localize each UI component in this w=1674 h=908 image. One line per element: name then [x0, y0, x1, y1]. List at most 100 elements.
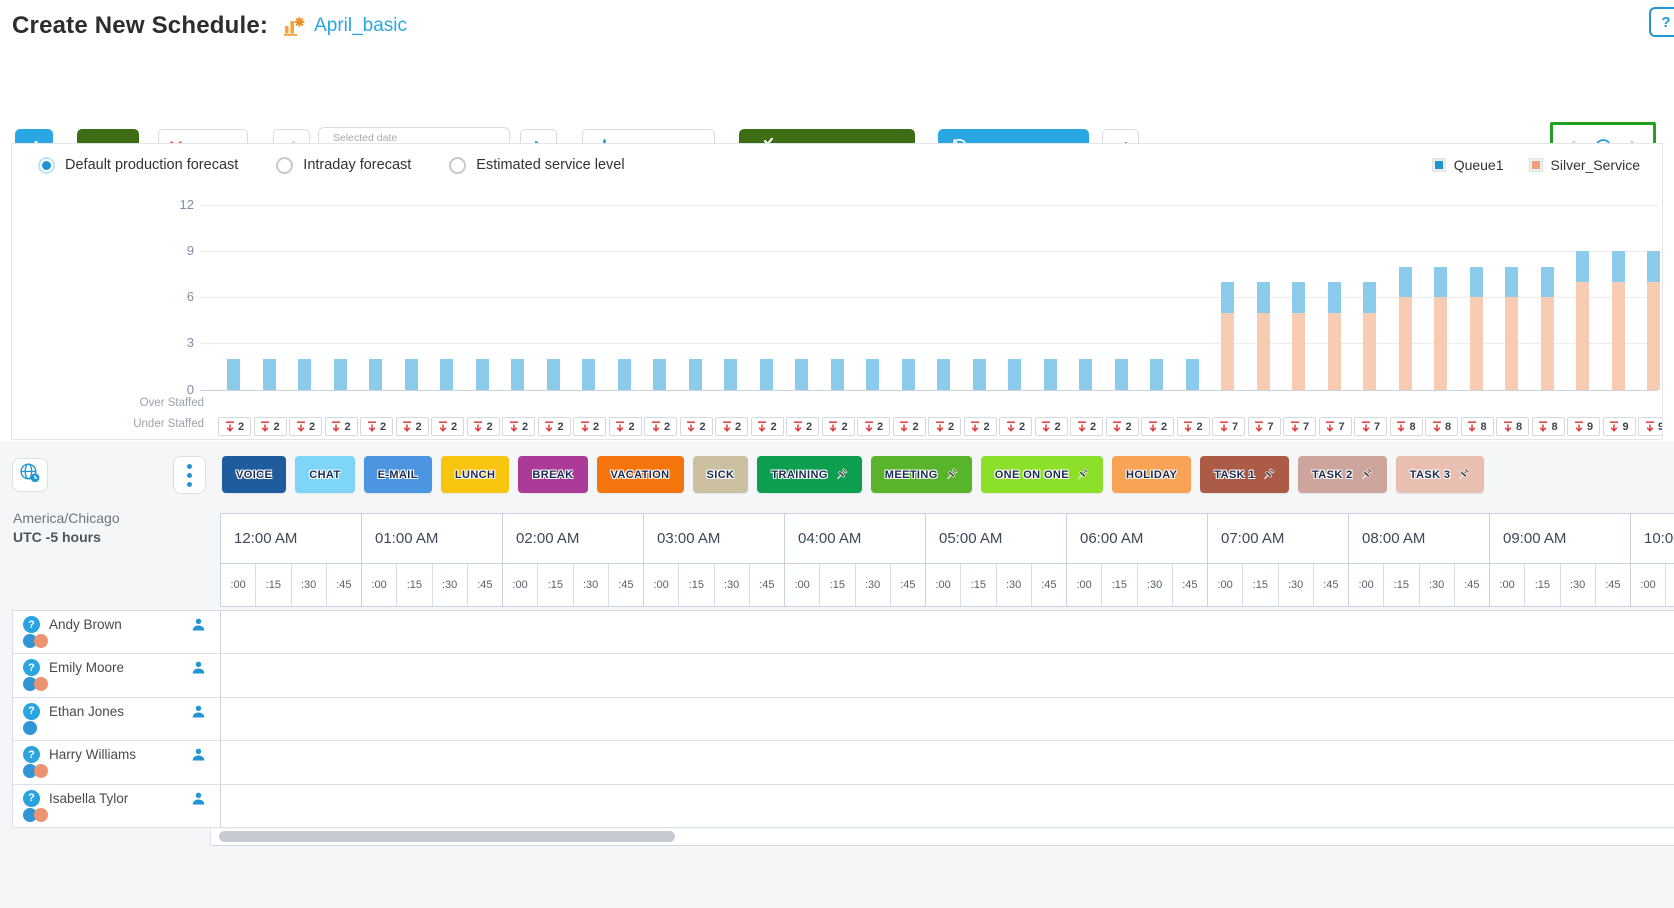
queue1-bar-segment — [689, 359, 702, 390]
activities-menu-button[interactable] — [173, 456, 206, 494]
activity-chip-one-on-one[interactable]: ONE ON ONE — [981, 456, 1103, 493]
schedule-row-area[interactable] — [221, 698, 1674, 740]
arrow-down-from-bar-icon — [1006, 421, 1016, 432]
under-staffed-cell: 9 — [1638, 417, 1663, 436]
question-icon[interactable]: ? — [23, 790, 40, 807]
under-staffed-cell: 2 — [1106, 417, 1139, 436]
silver-service-bar-segment — [1576, 282, 1589, 390]
activity-chip-vacation[interactable]: VACATION — [597, 456, 684, 493]
activity-chip-task-1[interactable]: TASK 1 — [1200, 456, 1289, 493]
queue1-bar-segment — [440, 359, 453, 390]
under-staffed-cell: 2 — [218, 417, 251, 436]
legend-item-queue1[interactable]: Queue1 — [1433, 157, 1504, 173]
activity-chip-chat[interactable]: CHAT — [295, 456, 354, 493]
under-staffed-cell: 2 — [502, 417, 535, 436]
quarter-cell: :15 — [256, 564, 291, 606]
scrollbar-thumb[interactable] — [219, 831, 675, 842]
queue1-bar-segment — [334, 359, 347, 390]
arrow-down-from-bar-icon — [402, 421, 412, 432]
legend-label: Silver_Service — [1551, 157, 1640, 173]
question-icon[interactable]: ? — [23, 659, 40, 676]
question-icon[interactable]: ? — [23, 616, 40, 633]
under-staffed-value: 9 — [1622, 421, 1628, 433]
schedule-row-area[interactable] — [221, 785, 1674, 827]
quarter-row: :00:15:30:45 — [644, 564, 784, 607]
activity-chip-task-2[interactable]: TASK 2 — [1298, 456, 1387, 493]
agent-icon[interactable] — [191, 704, 206, 719]
hour-cell: 03:00 AM — [644, 514, 784, 564]
schedule-row-area[interactable] — [221, 611, 1674, 653]
queue1-bar-segment — [1541, 267, 1554, 298]
forecast-option-default-production-forecast[interactable]: Default production forecast — [38, 157, 238, 174]
under-staffed-cell: 2 — [573, 417, 606, 436]
app-window: Create New Schedule: April_basic ? Save … — [0, 0, 1674, 908]
forecast-option-intraday-forecast[interactable]: Intraday forecast — [276, 157, 411, 174]
hour-cell: 04:00 AM — [785, 514, 925, 564]
arrow-down-from-bar-icon — [1183, 421, 1193, 432]
arrow-down-from-bar-icon — [793, 421, 803, 432]
agent-icon[interactable] — [191, 660, 206, 675]
under-staffed-cell: 7 — [1354, 417, 1387, 436]
activity-label: SICK — [707, 469, 735, 481]
queue1-bar-segment — [582, 359, 595, 390]
quarter-cell: :30 — [1279, 564, 1314, 606]
legend-item-silver-service[interactable]: Silver_Service — [1530, 157, 1640, 173]
arrow-down-from-bar-icon — [1041, 421, 1051, 432]
under-staffed-value: 2 — [735, 421, 741, 433]
timezone-button[interactable] — [12, 458, 48, 492]
quarter-row: :00:15:30:45 — [926, 564, 1066, 607]
queue1-bar-segment — [724, 359, 737, 390]
queue1-bar-segment — [795, 359, 808, 390]
under-staffed-value: 2 — [1161, 421, 1167, 433]
schedule-row-area[interactable] — [221, 741, 1674, 783]
under-staffed-cell: 8 — [1532, 417, 1565, 436]
under-staffed-value: 9 — [1658, 421, 1663, 433]
activity-chip-break[interactable]: BREAK — [518, 456, 587, 493]
agent-icon[interactable] — [191, 791, 206, 806]
legend-label: Queue1 — [1454, 157, 1504, 173]
activity-chip-voice[interactable]: VOICE — [222, 456, 286, 493]
activity-chip-lunch[interactable]: LUNCH — [441, 456, 510, 493]
activity-label: E-MAIL — [378, 469, 418, 481]
arrow-down-from-bar-icon — [260, 421, 270, 432]
silver-service-bar-segment — [1470, 297, 1483, 389]
silver-service-bar-segment — [1505, 297, 1518, 389]
schedule-row-area[interactable] — [221, 654, 1674, 696]
employee-row-isabella-tylor: ?Isabella Tylor — [13, 785, 1674, 828]
pin-icon — [1360, 468, 1373, 481]
arrow-down-from-bar-icon — [1077, 421, 1087, 432]
quarter-cell: :15 — [1525, 564, 1560, 606]
under-staffed-cell: 2 — [396, 417, 429, 436]
under-staffed-cell: 2 — [1141, 417, 1174, 436]
activity-chip-meeting[interactable]: MEETING — [871, 456, 972, 493]
under-staffed-cell: 8 — [1461, 417, 1494, 436]
activity-chip-sick[interactable]: SICK — [693, 456, 749, 493]
employee-name: Harry Williams — [49, 747, 136, 762]
question-icon[interactable]: ? — [23, 746, 40, 763]
quarter-cell: :30 — [292, 564, 327, 606]
question-icon[interactable]: ? — [23, 703, 40, 720]
activity-chip-holiday[interactable]: HOLIDAY — [1112, 456, 1191, 493]
pin-icon — [835, 468, 848, 481]
arrow-down-from-bar-icon — [1609, 421, 1619, 432]
activity-chip-task-3[interactable]: TASK 3 — [1396, 456, 1485, 493]
quarter-cell: :00 — [503, 564, 538, 606]
quarter-cell: :45 — [1032, 564, 1066, 606]
arrow-down-from-bar-icon — [580, 421, 590, 432]
activity-chip-e-mail[interactable]: E-MAIL — [364, 456, 432, 493]
agent-icon[interactable] — [191, 747, 206, 762]
radio-icon — [449, 157, 466, 174]
arrow-down-from-bar-icon — [1219, 421, 1229, 432]
under-staffed-cell: 2 — [680, 417, 713, 436]
silver-service-bar-segment — [1399, 297, 1412, 389]
quarter-row: :00:15:30:45 — [362, 564, 502, 607]
under-staffed-value: 2 — [557, 421, 563, 433]
arrow-down-from-bar-icon — [722, 421, 732, 432]
forecast-option-estimated-service-level[interactable]: Estimated service level — [449, 157, 624, 174]
horizontal-scrollbar[interactable] — [210, 829, 1674, 846]
employee-name-cell: ?Emily Moore — [13, 654, 221, 696]
activity-chip-training[interactable]: TRAINING — [757, 456, 861, 493]
activity-label: TASK 2 — [1312, 469, 1353, 481]
agent-icon[interactable] — [191, 617, 206, 632]
help-icon[interactable]: ? — [1649, 7, 1674, 37]
